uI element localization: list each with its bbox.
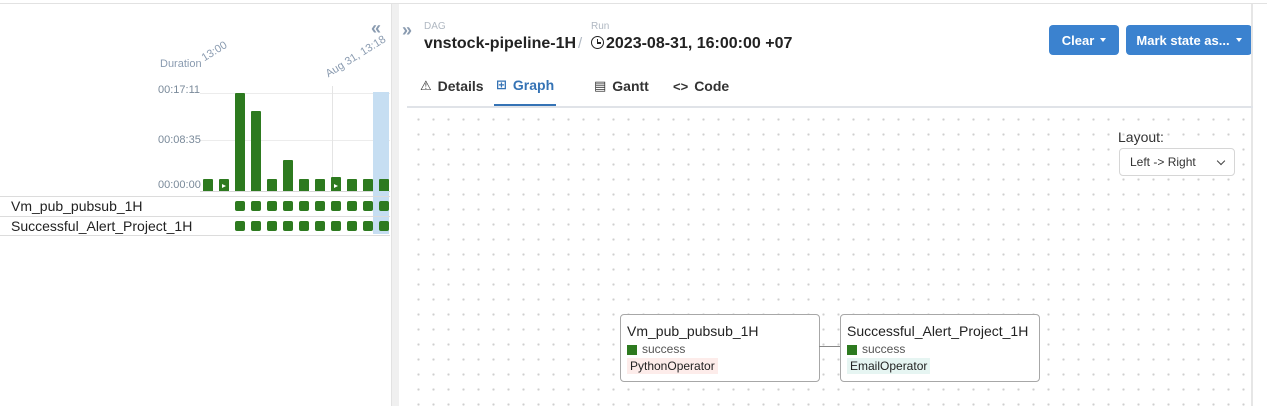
duration-bar[interactable] (203, 179, 213, 191)
task-node[interactable]: Successful_Alert_Project_1H success Emai… (840, 314, 1040, 382)
operator-badge: EmailOperator (847, 358, 931, 374)
tab-label: Details (437, 78, 484, 94)
task-name[interactable]: Successful_Alert_Project_1H (11, 218, 192, 234)
duration-bar[interactable] (331, 177, 341, 191)
chevron-down-icon (1216, 156, 1226, 166)
duration-bar[interactable] (379, 179, 389, 191)
mark-state-button-label: Mark state as... (1136, 32, 1230, 48)
duration-bar[interactable] (363, 179, 373, 191)
success-state-icon (847, 345, 857, 355)
task-name[interactable]: Vm_pub_pubsub_1H (11, 198, 143, 214)
tab-details[interactable]: ⚠ Details (418, 66, 486, 106)
success-state-icon (627, 345, 637, 355)
gridline-base (200, 191, 390, 192)
page: « Duration 13:00 Aug 31, 13:18 00:17:11 … (0, 0, 1267, 406)
duration-bar[interactable] (299, 179, 309, 191)
task-instance-cell[interactable] (283, 201, 293, 211)
task-node-title: Vm_pub_pubsub_1H (627, 323, 759, 339)
duration-bar[interactable] (219, 179, 229, 191)
task-instance-cell[interactable] (283, 221, 293, 231)
y-tick-mid: 00:08:35 (158, 134, 201, 146)
task-instance-cell[interactable] (315, 221, 325, 231)
duration-bar[interactable] (235, 93, 245, 191)
play-icon (222, 184, 226, 188)
task-instance-cell[interactable] (251, 221, 261, 231)
code-icon: <> (673, 78, 689, 94)
task-node-title: Successful_Alert_Project_1H (847, 323, 1029, 339)
task-instance-cell[interactable] (363, 221, 373, 231)
tab-code[interactable]: <> Code (671, 66, 731, 106)
tab-label: Code (694, 78, 730, 94)
duration-bar[interactable] (315, 179, 325, 191)
caret-down-icon (1100, 38, 1107, 42)
y-tick-max: 00:17:11 (158, 84, 201, 96)
tab-label: Graph (512, 77, 555, 93)
gridline-vertical (332, 86, 333, 186)
duration-bar[interactable] (267, 179, 277, 191)
clear-button[interactable]: Clear (1049, 25, 1119, 55)
task-instance-cell[interactable] (235, 221, 245, 231)
dag-id-link[interactable]: vnstock-pipeline-1H (424, 35, 576, 53)
task-instance-cell[interactable] (315, 201, 325, 211)
run-caption: Run (591, 21, 610, 32)
dag-caption: DAG (424, 21, 446, 32)
tab-graph[interactable]: ⊞ Graph (494, 66, 557, 106)
layout-select-value: Left -> Right (1130, 155, 1196, 169)
task-instance-cell[interactable] (347, 221, 357, 231)
task-instance-cell[interactable] (299, 221, 309, 231)
tab-label: Gantt (612, 78, 649, 94)
task-instance-cell[interactable] (379, 221, 389, 231)
layout-select[interactable]: Left -> Right (1119, 148, 1235, 176)
scrollbar-track[interactable] (1251, 4, 1253, 406)
task-instance-cell[interactable] (299, 201, 309, 211)
breadcrumb-separator: / (578, 35, 583, 52)
task-instance-cell[interactable] (379, 201, 389, 211)
duration-label: Duration (160, 58, 202, 70)
panel-divider[interactable] (391, 4, 399, 406)
task-instance-cell[interactable] (347, 201, 357, 211)
clock-icon (591, 36, 604, 49)
layout-label: Layout: (1118, 129, 1164, 145)
y-tick-zero: 00:00:00 (158, 179, 201, 191)
gantt-icon: ▤ (594, 78, 607, 93)
gridline-mid (200, 140, 390, 141)
task-instance-cell[interactable] (331, 201, 341, 211)
tab-gantt[interactable]: ▤ Gantt (592, 66, 651, 106)
task-node[interactable]: Vm_pub_pubsub_1H success PythonOperator (620, 314, 820, 382)
task-node-state: success (642, 342, 686, 356)
run-id: 2023-08-31, 16:00:00 +07 (606, 35, 793, 52)
caret-down-icon (1235, 38, 1242, 42)
task-instance-cell[interactable] (363, 201, 373, 211)
duration-bar[interactable] (251, 111, 261, 191)
mark-state-button[interactable]: Mark state as... (1126, 25, 1252, 55)
double-chevron-right-icon[interactable]: » (402, 20, 412, 41)
task-node-state: success (862, 342, 906, 356)
graph-edge (819, 346, 841, 347)
warning-triangle-icon: ⚠ (420, 78, 432, 93)
duration-bar[interactable] (347, 179, 357, 191)
graph-icon: ⊞ (496, 77, 507, 92)
duration-bar[interactable] (283, 160, 293, 191)
clear-button-label: Clear (1061, 32, 1095, 48)
task-instance-cell[interactable] (267, 221, 277, 231)
operator-badge: PythonOperator (627, 358, 718, 374)
task-instance-cell[interactable] (331, 221, 341, 231)
task-instance-cell[interactable] (251, 201, 261, 211)
task-instance-cell[interactable] (267, 201, 277, 211)
task-instance-cell[interactable] (235, 201, 245, 211)
play-icon (334, 184, 338, 188)
gridline-top (200, 93, 390, 94)
